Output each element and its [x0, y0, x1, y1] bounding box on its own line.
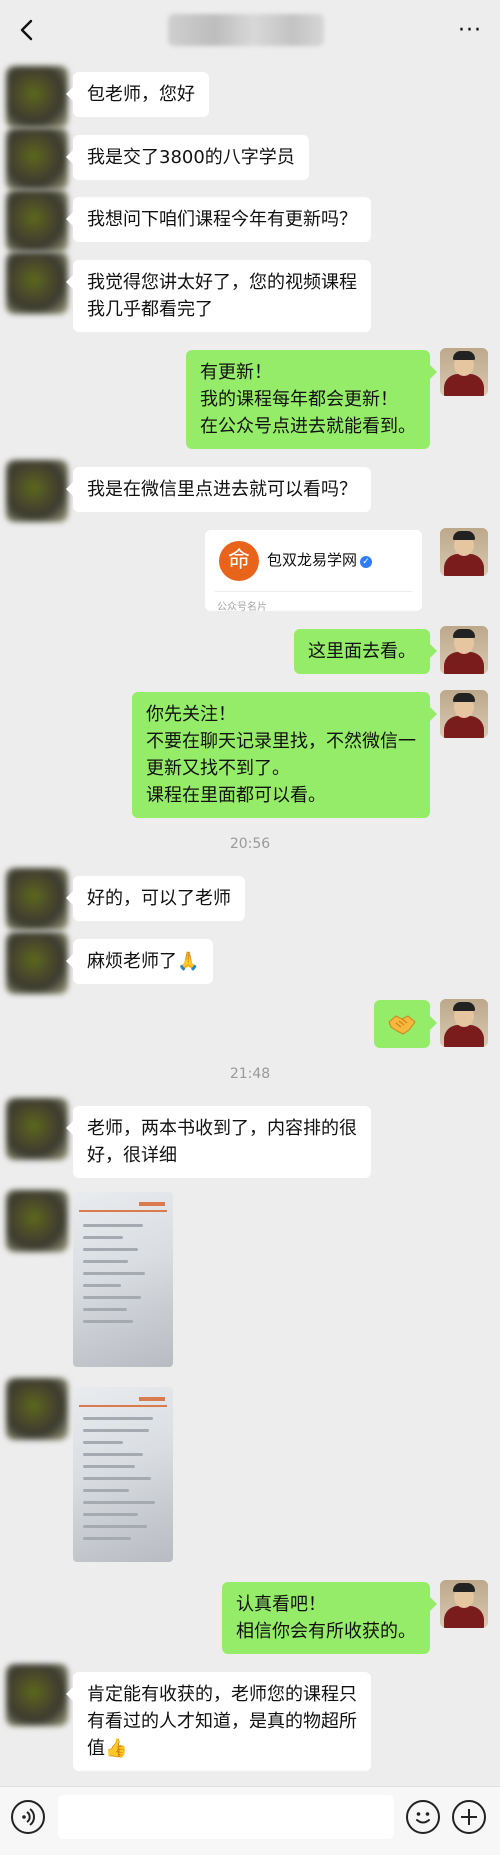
- account-name: 包双龙易学网: [267, 551, 358, 569]
- message-input[interactable]: [58, 1795, 394, 1839]
- avatar[interactable]: [6, 1098, 68, 1160]
- message-bubble[interactable]: 我觉得您讲太好了，您的视频课程 我几乎都看完了: [66, 260, 371, 332]
- divider: [215, 591, 412, 592]
- avatar[interactable]: [6, 190, 68, 252]
- account-logo-icon: 命: [219, 541, 259, 581]
- timestamp: 20:56: [229, 836, 271, 852]
- chevron-left-icon[interactable]: [14, 16, 42, 44]
- message-bubble[interactable]: 你先关注！ 不要在聊天记录里找，不然微信一 更新又找不到了。 课程在里面都可以看…: [132, 692, 437, 818]
- input-bar: [0, 1786, 500, 1855]
- avatar[interactable]: [6, 66, 68, 128]
- avatar[interactable]: [6, 128, 68, 190]
- official-account-card[interactable]: 命 包双龙易学网 ✓ 公众号名片: [205, 530, 422, 613]
- message-bubble[interactable]: 肯定能有收获的，老师您的课程只 有看过的人才知道，是真的物超所 值👍: [66, 1672, 371, 1771]
- avatar[interactable]: [440, 690, 488, 738]
- card-type-label: 公众号名片: [217, 602, 267, 613]
- message-bubble[interactable]: 我想问下咱们课程今年有更新吗？: [66, 197, 371, 242]
- message-bubble[interactable]: 好的，可以了老师: [66, 876, 245, 921]
- handshake-emoji-icon: [388, 1015, 416, 1035]
- voice-icon[interactable]: [11, 1800, 45, 1834]
- message-bubble[interactable]: 有更新！ 我的课程每年都会更新！ 在公众号点进去就能看到。: [186, 350, 437, 449]
- message-bubble[interactable]: 包老师，您好: [66, 72, 209, 117]
- avatar[interactable]: [440, 1580, 488, 1628]
- avatar[interactable]: [6, 252, 68, 314]
- avatar[interactable]: [440, 999, 488, 1047]
- avatar[interactable]: [440, 626, 488, 674]
- verified-icon: ✓: [360, 556, 373, 568]
- emoji-icon[interactable]: [406, 1800, 440, 1834]
- avatar[interactable]: [440, 528, 488, 576]
- avatar[interactable]: [6, 1378, 68, 1440]
- message-bubble[interactable]: 麻烦老师了🙏: [65, 939, 214, 984]
- message-bubble[interactable]: 认真看吧！ 相信你会有所收获的。: [222, 1582, 437, 1654]
- avatar[interactable]: [6, 460, 68, 522]
- message-bubble[interactable]: 我是在微信里点进去就可以看吗？: [66, 467, 371, 512]
- image-message[interactable]: [73, 1192, 173, 1367]
- chat-header: ···: [0, 0, 500, 60]
- avatar[interactable]: [440, 348, 488, 396]
- more-icon[interactable]: ···: [458, 18, 482, 43]
- message-bubble[interactable]: 这里面去看。: [294, 629, 437, 674]
- avatar[interactable]: [6, 1664, 68, 1726]
- avatar[interactable]: [6, 932, 68, 994]
- plus-icon[interactable]: [452, 1800, 486, 1834]
- image-message[interactable]: [73, 1387, 173, 1562]
- timestamp: 21:48: [229, 1066, 271, 1082]
- avatar[interactable]: [6, 868, 68, 930]
- message-bubble[interactable]: 我是交了3800的八字学员: [66, 135, 309, 180]
- avatar[interactable]: [6, 1190, 68, 1252]
- chat-title: [168, 14, 324, 46]
- message-bubble[interactable]: [374, 1000, 437, 1048]
- message-bubble[interactable]: 老师，两本书收到了，内容排的很 好，很详细: [66, 1106, 371, 1178]
